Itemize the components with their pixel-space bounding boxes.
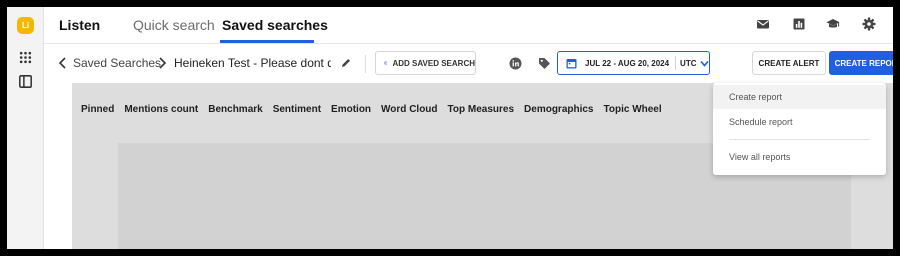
- tab-saved-searches[interactable]: Saved searches: [222, 17, 328, 33]
- active-tab-indicator: [220, 40, 314, 43]
- create-report-menu: Create report Schedule report View all r…: [713, 83, 886, 175]
- timezone-value: UTC: [680, 58, 697, 68]
- breadcrumb-saved-searches[interactable]: Saved Searches: [73, 56, 161, 70]
- mail-icon[interactable]: [756, 17, 770, 31]
- gear-icon[interactable]: [862, 17, 876, 31]
- linkedin-icon[interactable]: [509, 57, 522, 70]
- chevron-down-icon: [699, 60, 709, 67]
- section-tabs: Pinned Mentions count Benchmark Sentimen…: [81, 104, 672, 115]
- tag-icon[interactable]: [538, 57, 551, 70]
- back-chevron-icon[interactable]: [58, 57, 68, 69]
- panel-toggle-icon[interactable]: [19, 75, 32, 88]
- menu-item-view-all-reports[interactable]: View all reports: [713, 145, 886, 169]
- section-tab-sentiment[interactable]: Sentiment: [273, 104, 321, 115]
- app-title: Listen: [59, 17, 101, 33]
- section-tab-top-measures[interactable]: Top Measures: [448, 104, 515, 115]
- breadcrumb-current-search: Heineken Test - Please dont de...: [174, 56, 331, 70]
- menu-divider: [729, 139, 870, 140]
- add-saved-search-label: ADD SAVED SEARCH: [392, 58, 475, 68]
- chart-icon[interactable]: [792, 17, 806, 31]
- app-window: Li Listen Quick search Saved searches Sa…: [7, 7, 893, 249]
- section-tab-mentions-count[interactable]: Mentions count: [124, 104, 198, 115]
- toolbar-divider: [365, 55, 366, 73]
- brand-logo-text: Li: [21, 21, 30, 30]
- brand-logo[interactable]: Li: [17, 17, 34, 34]
- section-tab-benchmark[interactable]: Benchmark: [208, 104, 262, 115]
- app-grid-icon[interactable]: [19, 51, 32, 64]
- section-tab-pinned[interactable]: Pinned: [81, 104, 114, 115]
- graduation-cap-icon[interactable]: [826, 17, 840, 31]
- create-alert-button[interactable]: CREATE ALERT: [752, 51, 826, 75]
- section-tab-topic-wheel[interactable]: Topic Wheel: [604, 104, 662, 115]
- date-range-picker[interactable]: JUL 22 - AUG 20, 2024 UTC: [557, 51, 710, 75]
- menu-item-schedule-report[interactable]: Schedule report: [713, 110, 886, 134]
- section-tab-demographics[interactable]: Demographics: [524, 104, 593, 115]
- menu-item-create-report[interactable]: Create report: [713, 85, 886, 109]
- section-tab-emotion[interactable]: Emotion: [331, 104, 371, 115]
- add-saved-search-button[interactable]: ADD SAVED SEARCH: [375, 51, 476, 75]
- calendar-icon: [566, 58, 577, 68]
- tab-quick-search[interactable]: Quick search: [133, 17, 215, 33]
- create-report-button[interactable]: CREATE REPORT: [829, 51, 893, 75]
- create-alert-label: CREATE ALERT: [758, 58, 820, 68]
- breadcrumb-chevron-icon: [159, 57, 167, 69]
- left-rail: Li: [7, 7, 44, 249]
- date-range-value: JUL 22 - AUG 20, 2024: [585, 58, 670, 68]
- section-tab-word-cloud[interactable]: Word Cloud: [381, 104, 437, 115]
- date-divider: [675, 56, 677, 70]
- top-bar: Listen Quick search Saved searches: [44, 7, 893, 44]
- add-circle-icon: [384, 61, 388, 65]
- edit-pencil-icon[interactable]: [340, 57, 352, 69]
- search-toolbar: Saved Searches Heineken Test - Please do…: [44, 45, 893, 83]
- create-report-label: CREATE REPORT: [834, 58, 893, 68]
